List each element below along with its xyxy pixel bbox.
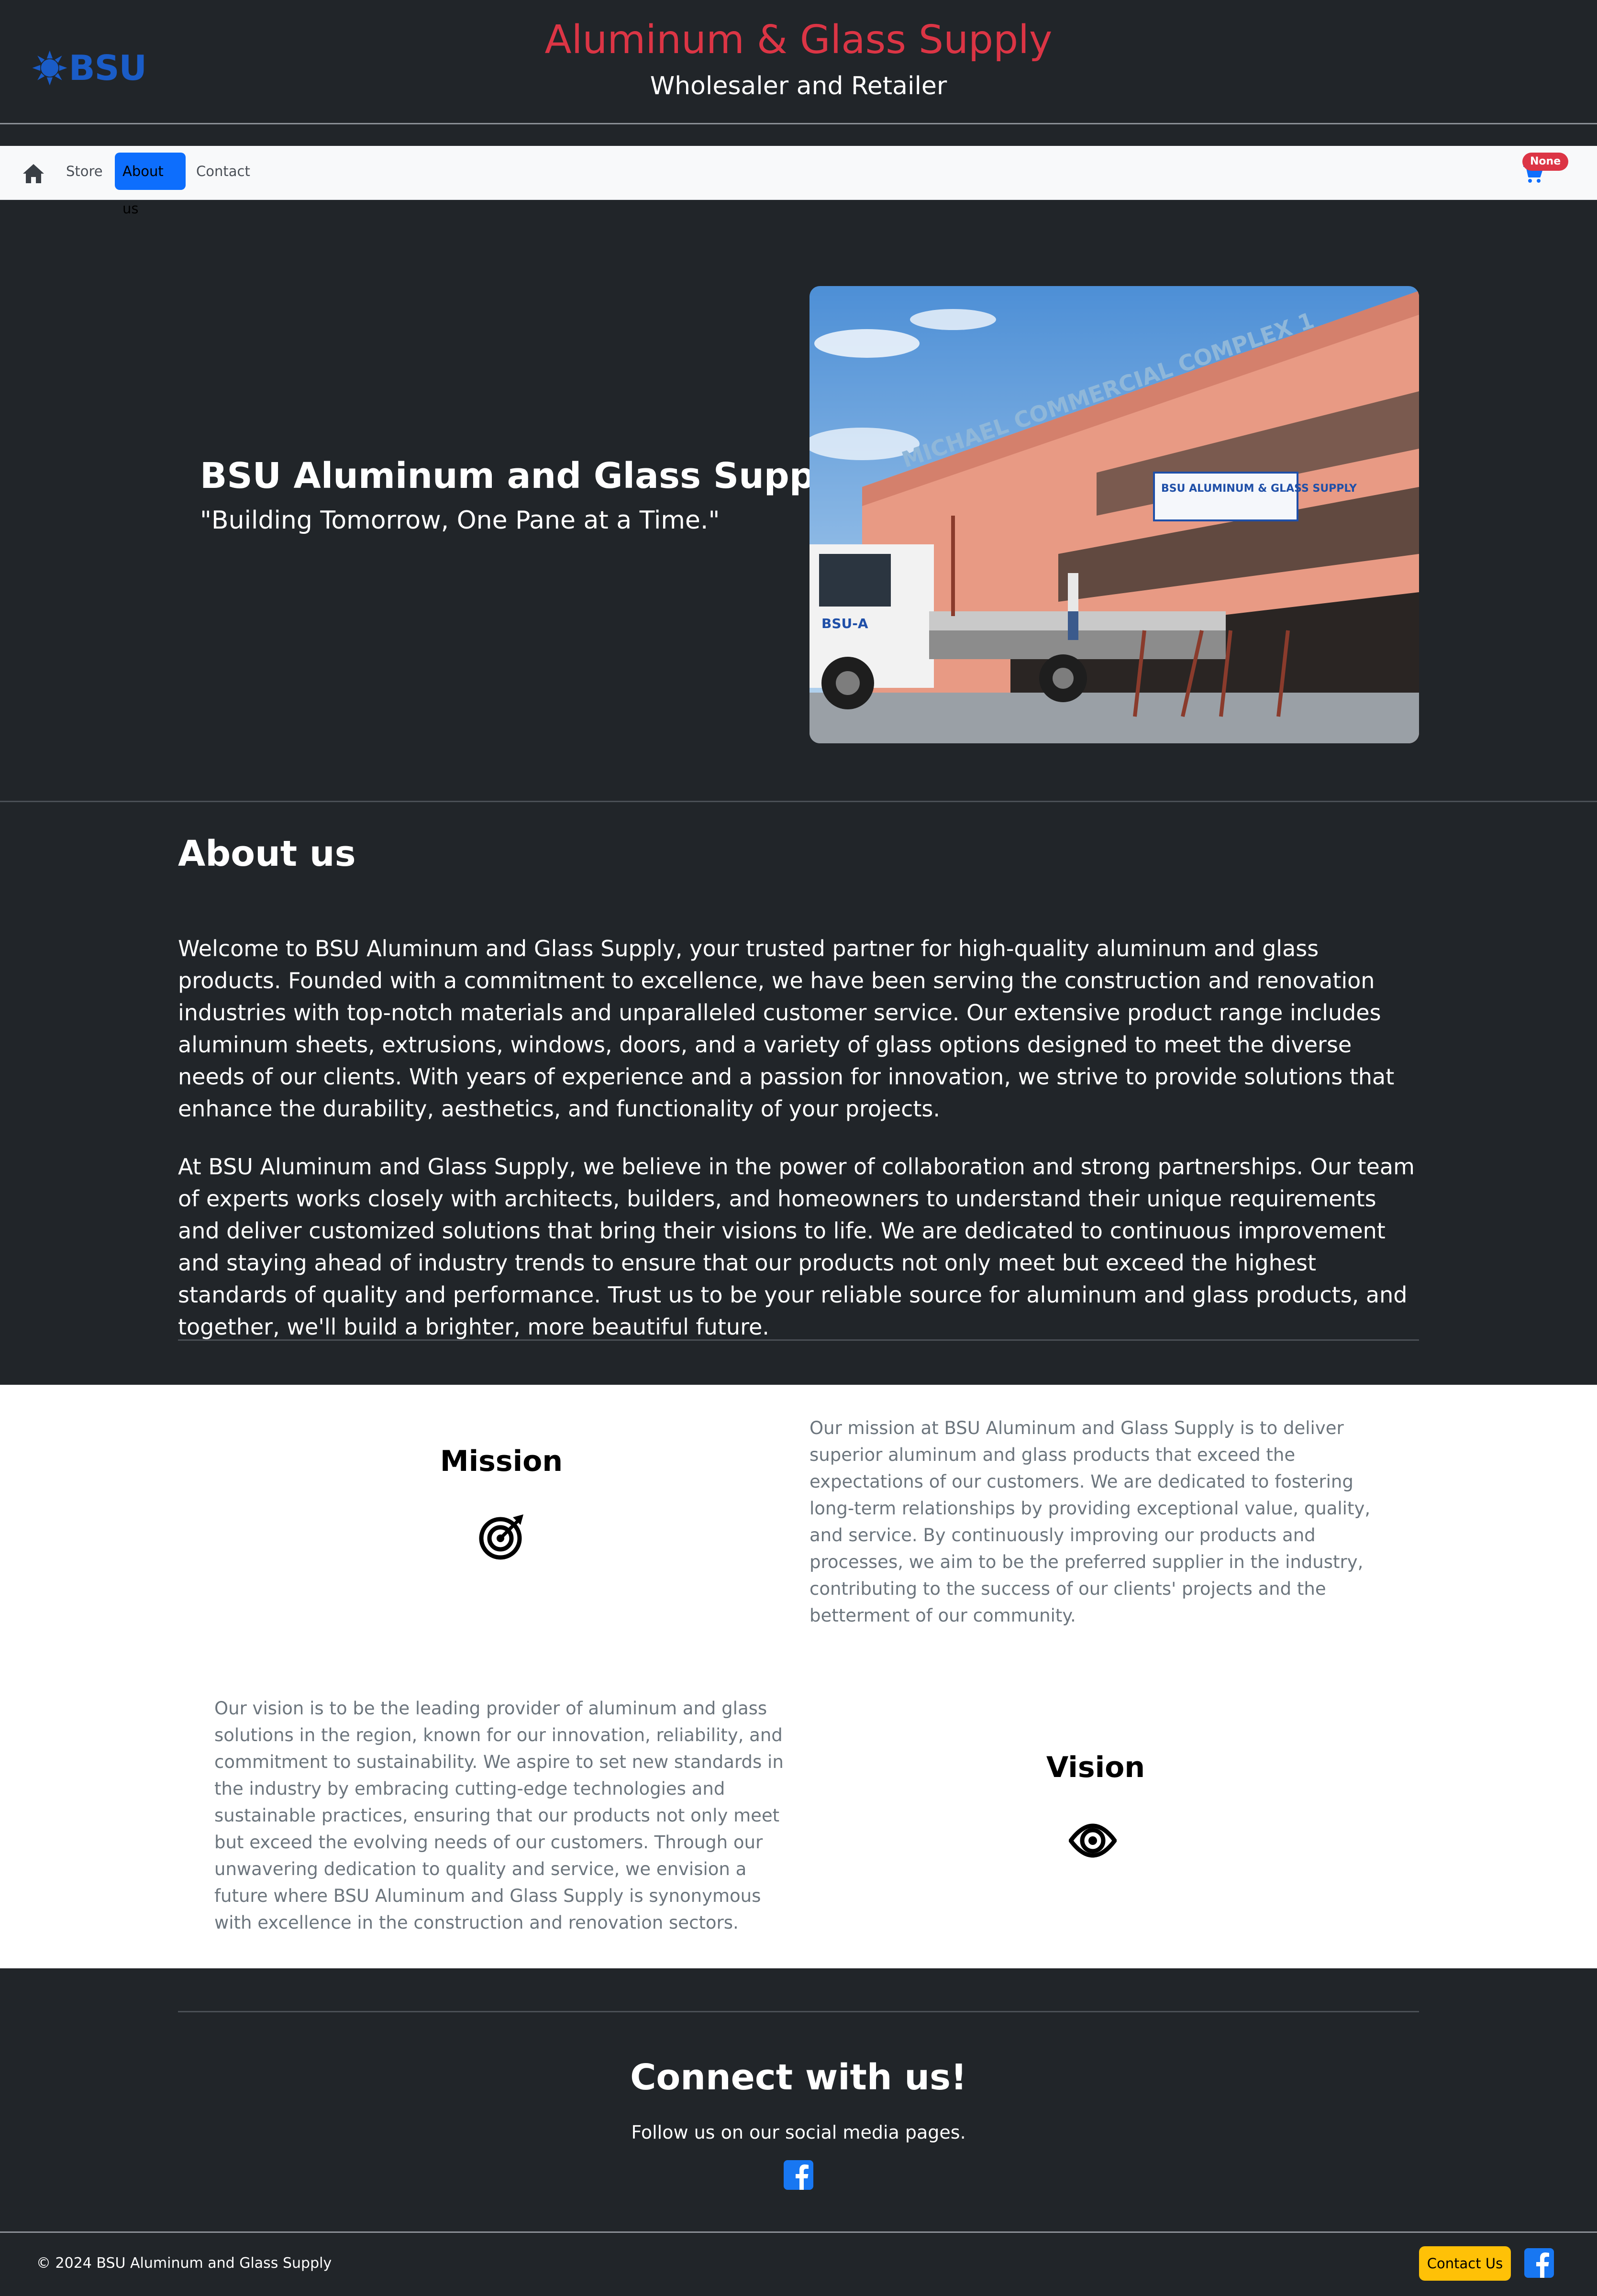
connect-subtitle: Follow us on our social media pages. — [631, 2122, 966, 2143]
target-icon — [479, 1514, 523, 1560]
hero-title: BSU Aluminum and Glass Supplies — [200, 455, 884, 497]
navbar: Store About us Contact None — [0, 146, 1597, 217]
facebook-icon[interactable] — [784, 2160, 813, 2190]
hero-tagline: "Building Tomorrow, One Pane at a Time." — [200, 506, 720, 535]
about-divider — [178, 1339, 1419, 1341]
cart-badge: None — [1522, 153, 1569, 171]
connect-title: Connect with us! — [630, 2057, 967, 2098]
header-divider — [0, 123, 1597, 124]
mission-text: Our mission at BSU Aluminum and Glass Su… — [810, 1418, 1371, 1626]
brand-title: Aluminum & Glass Supply — [544, 17, 1053, 63]
vision-heading: Vision — [1046, 1751, 1145, 1784]
facebook-icon[interactable] — [1524, 2248, 1554, 2278]
home-icon[interactable] — [22, 163, 45, 184]
storefront-photo: BSU ALUMINUM & GLASS SUPPLY MICHAEL COMM… — [810, 286, 1419, 743]
about-heading: About us — [178, 833, 356, 874]
nav-link-contact[interactable]: Contact — [189, 153, 258, 190]
contact-us-button[interactable]: Contact Us — [1419, 2246, 1511, 2281]
about-paragraph: Welcome to BSU Aluminum and Glass Supply… — [178, 936, 1395, 1122]
hero-divider — [0, 801, 1597, 802]
about-paragraph: At BSU Aluminum and Glass Supply, we bel… — [178, 1154, 1415, 1340]
storefront-illustration: BSU ALUMINUM & GLASS SUPPLY MICHAEL COMM… — [810, 286, 1419, 743]
connect-divider — [178, 2011, 1419, 2012]
copyright-text: © 2024 BSU Aluminum and Glass Supply — [36, 2255, 332, 2272]
nav-link-store[interactable]: Store — [58, 153, 111, 190]
brand-subtitle: Wholesaler and Retailer — [650, 72, 947, 100]
vision-text: Our vision is to be the leading provider… — [214, 1698, 784, 1933]
nav-link-about-us[interactable]: About us — [115, 153, 186, 217]
footer-divider — [0, 2231, 1597, 2233]
mission-heading: Mission — [440, 1445, 563, 1478]
truck-label: BSU-A — [821, 616, 868, 631]
eye-icon — [1069, 1823, 1117, 1858]
site-header: BSU Aluminum & Glass Supply Wholesaler a… — [0, 0, 1597, 123]
store-sign-text: BSU ALUMINUM & GLASS SUPPLY — [1161, 483, 1357, 495]
